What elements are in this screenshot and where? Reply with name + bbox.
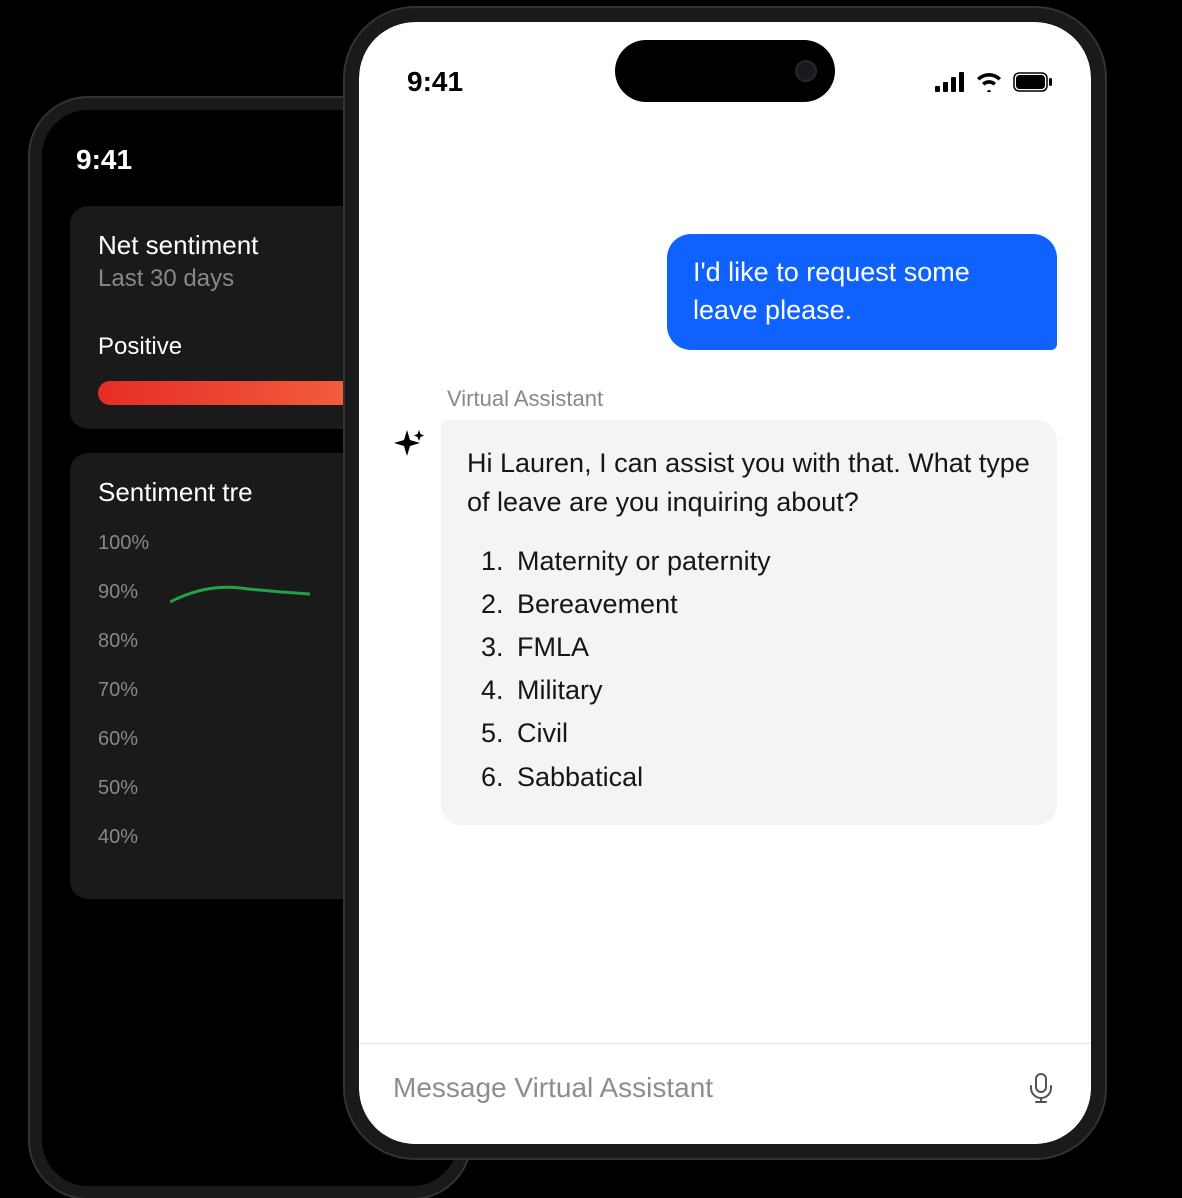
list-item[interactable]: 1.Maternity or paternity — [481, 542, 1031, 581]
assistant-message-bubble: Hi Lauren, I can assist you with that. W… — [441, 420, 1057, 825]
trend-line-icon — [170, 574, 310, 614]
leave-option-text: Civil — [517, 714, 568, 753]
leave-option-text: FMLA — [517, 628, 589, 667]
leave-options-list: 1.Maternity or paternity 2.Bereavement 3… — [467, 542, 1031, 797]
assistant-block: Virtual Assistant Hi Lauren, I can assis… — [393, 386, 1057, 825]
wifi-icon — [975, 72, 1003, 92]
phone-front-screen: 9:41 I'd like to r — [359, 22, 1091, 1144]
y-axis-tick: 80% — [98, 630, 160, 653]
status-icons — [935, 72, 1053, 92]
list-item[interactable]: 3.FMLA — [481, 628, 1031, 667]
chat-input-placeholder[interactable]: Message Virtual Assistant — [393, 1072, 713, 1104]
leave-option-text: Maternity or paternity — [517, 542, 771, 581]
y-axis-tick: 60% — [98, 728, 160, 751]
user-message-text: I'd like to request some leave please. — [693, 257, 970, 325]
dynamic-island — [615, 40, 835, 102]
y-axis-tick: 70% — [98, 679, 160, 702]
sparkle-icon — [393, 428, 425, 460]
chat-body[interactable]: I'd like to request some leave please. V… — [359, 114, 1091, 825]
list-item[interactable]: 2.Bereavement — [481, 585, 1031, 624]
status-time: 9:41 — [407, 66, 463, 98]
assistant-content: Virtual Assistant Hi Lauren, I can assis… — [441, 386, 1057, 825]
assistant-message-text: Hi Lauren, I can assist you with that. W… — [467, 444, 1031, 522]
assistant-label: Virtual Assistant — [447, 386, 1057, 412]
microphone-icon[interactable] — [1025, 1072, 1057, 1104]
list-item[interactable]: 4.Military — [481, 671, 1031, 710]
status-time: 9:41 — [76, 144, 132, 176]
leave-option-text: Bereavement — [517, 585, 678, 624]
battery-icon — [1013, 72, 1053, 92]
y-axis-tick: 90% — [98, 581, 160, 604]
leave-option-text: Sabbatical — [517, 758, 643, 797]
user-message-bubble: I'd like to request some leave please. — [667, 234, 1057, 350]
phone-front-chat: 9:41 I'd like to r — [345, 8, 1105, 1158]
chat-input-bar[interactable]: Message Virtual Assistant — [359, 1043, 1091, 1144]
y-axis-tick: 50% — [98, 777, 160, 800]
list-item[interactable]: 5.Civil — [481, 714, 1031, 753]
y-axis-tick: 40% — [98, 826, 160, 849]
leave-option-text: Military — [517, 671, 603, 710]
list-item[interactable]: 6.Sabbatical — [481, 758, 1031, 797]
y-axis-tick: 100% — [98, 532, 160, 555]
cellular-icon — [935, 72, 965, 92]
